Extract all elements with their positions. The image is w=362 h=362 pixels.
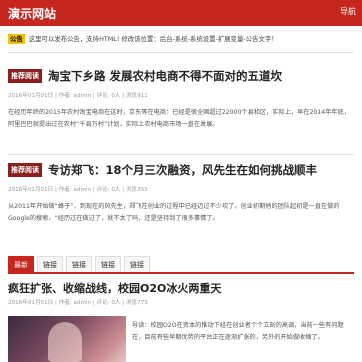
menu-button[interactable]: 导航 [334,6,356,19]
notice-text: 这里可以发布公告，支持HTML! 修改该位置：后台-系统-系统设置-扩展变量-公… [28,35,278,43]
notice-bar: 公告 这里可以发布公告，支持HTML! 修改该位置：后台-系统-系统设置-扩展变量… [8,32,354,46]
tab-link[interactable]: 链接 [37,256,63,272]
tab-link[interactable]: 链接 [124,256,150,272]
article-title[interactable]: 专访郑飞：18个月三次融资，风先生在如何挑战顺丰 [48,162,317,178]
article-meta: 2016年01月01日 | 作者: admin | 评论: 0人 | 浏览351 [8,187,148,193]
feature-meta: 2016年01月01日 | 作者: admin | 评论: 0人 | 浏览775 [8,300,148,306]
category-tabs: 最新 链接 链接 链接 链接 [8,256,354,274]
article-item[interactable]: 推荐阅读 专访郑飞：18个月三次融资，风先生在如何挑战顺丰 2016年01月01日… [8,162,354,225]
article-title[interactable]: 淘宝下乡路 发展农村电商不得不面对的五道坎 [48,68,282,84]
article-excerpt: 从2011年开始做“蜂子”，到现在的风先生，郑飞在创业的过程中已经迈过不少坎了。… [8,203,340,222]
tab-link[interactable]: 链接 [66,256,92,272]
thumbnail-figure [48,322,82,362]
tab-link[interactable]: 链接 [95,256,121,272]
feature-title[interactable]: 疯狂扩张、收缩战线，校园O2O冰火两重天 [8,280,354,296]
article-meta: 2016年01月01日 | 作者: admin | 评论: 0人 | 浏览911 [8,93,148,99]
article-excerpt: 在经历年终的2015年农村淘宝电商在这时，京东等在电商：已经是很全国超过2200… [8,109,350,128]
top-bar: 演示网站 导航 [0,0,362,26]
article-item[interactable]: 推荐阅读 淘宝下乡路 发展农村电商不得不面对的五道坎 2016年01月01日 | … [8,68,354,131]
feature-summary: 导读：校园O2O在资本的推动下经在创业者个个立刻的高调，当前一些有问题在，目前有… [132,322,344,341]
divider [8,52,354,53]
tab-latest[interactable]: 最新 [8,256,34,272]
recommend-badge: 推荐阅读 [8,163,42,177]
feature-thumbnail[interactable] [8,316,126,362]
recommend-badge: 推荐阅读 [8,69,42,83]
site-title[interactable]: 演示网站 [8,5,56,22]
notice-label: 公告 [8,34,25,44]
divider [8,154,354,155]
